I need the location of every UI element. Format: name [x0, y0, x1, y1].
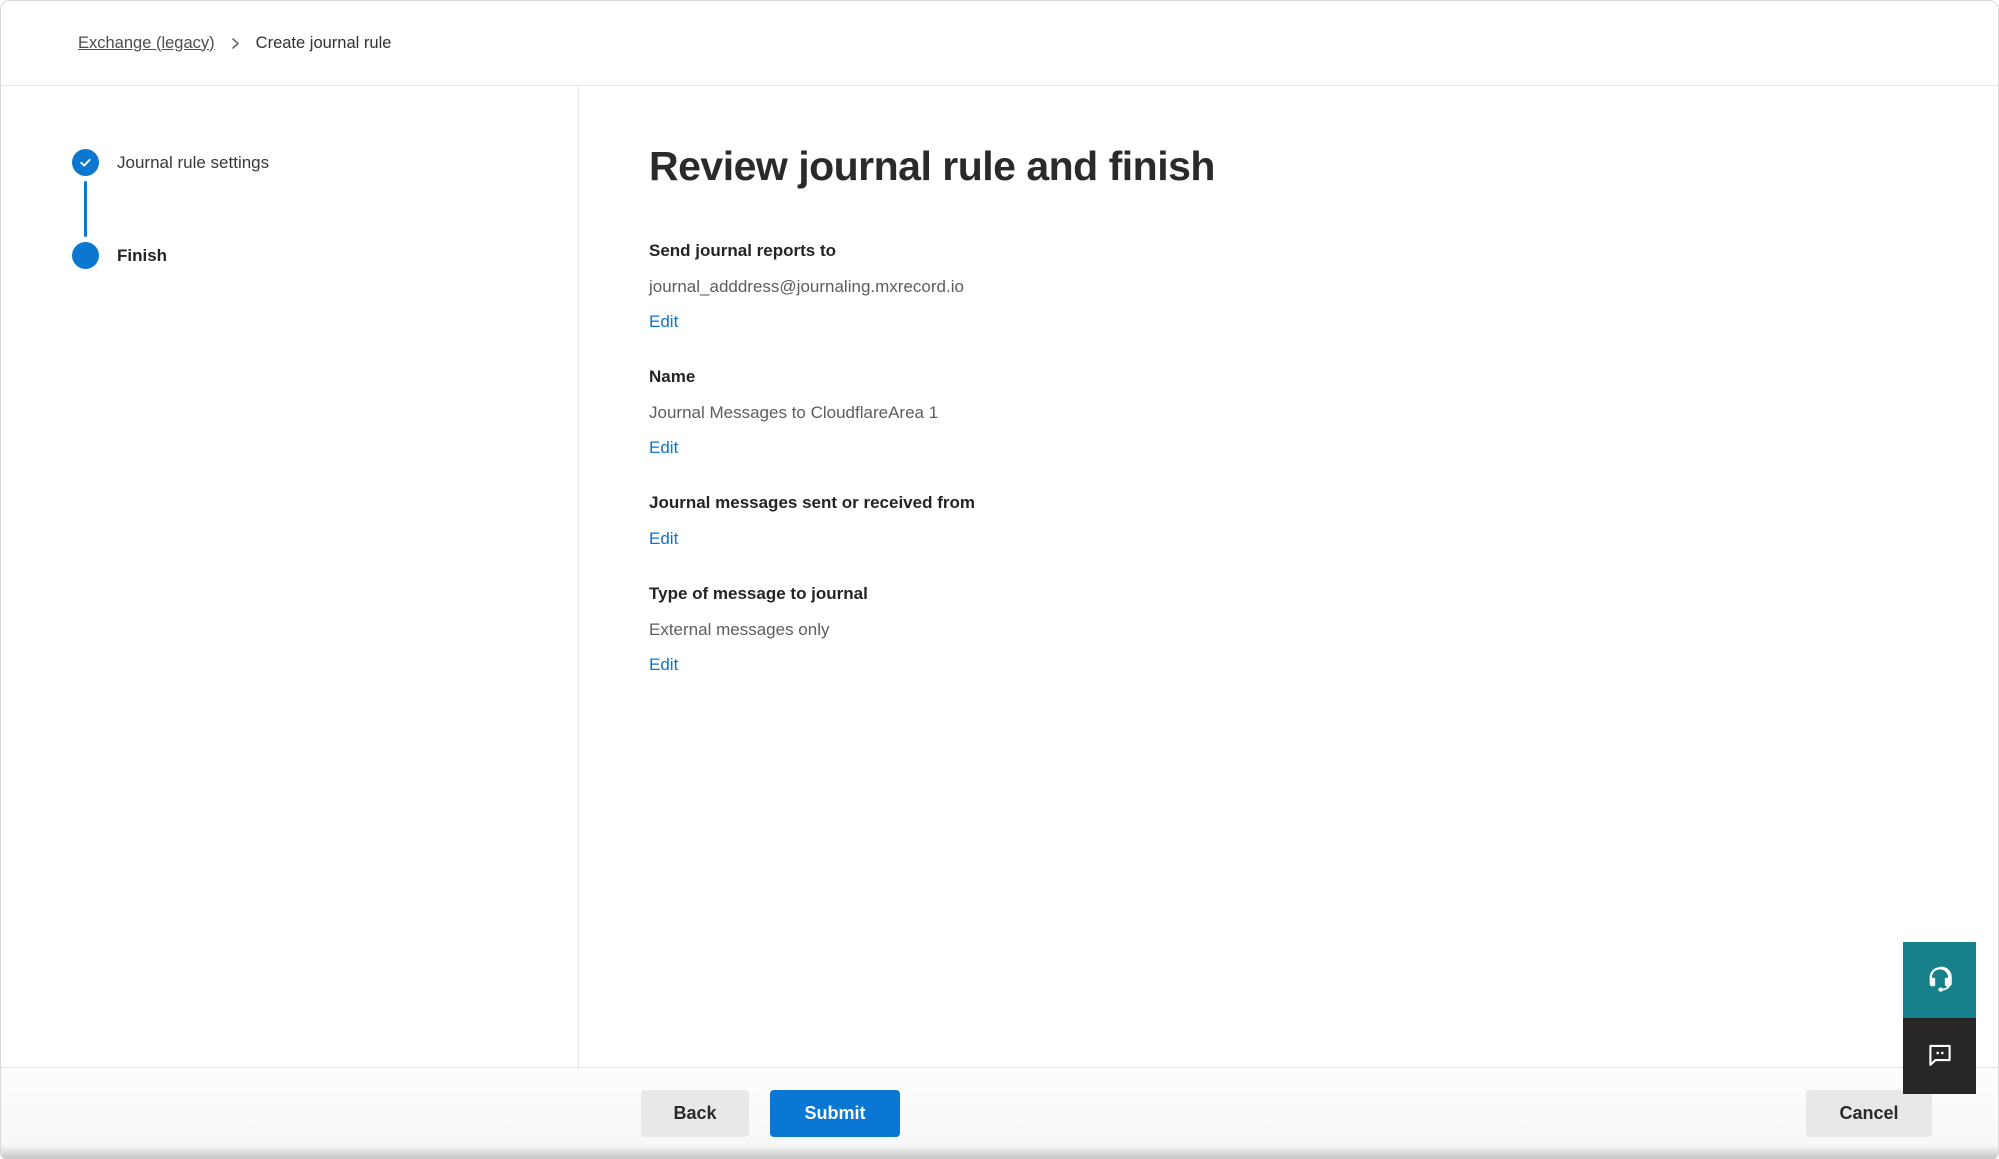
edit-link[interactable]: Edit	[649, 654, 678, 676]
chevron-right-icon	[229, 37, 242, 50]
feedback-button[interactable]	[1903, 1018, 1976, 1094]
cancel-button[interactable]: Cancel	[1806, 1090, 1932, 1137]
wizard-step-finish[interactable]: Finish	[72, 242, 578, 269]
step-current-dot-icon	[72, 242, 99, 269]
chat-icon	[1924, 1039, 1956, 1074]
footer-action-bar: Back Submit Cancel	[1, 1067, 1998, 1159]
step-label: Journal rule settings	[117, 153, 269, 173]
review-section-type-of-message-to-journal: Type of message to journal External mess…	[649, 583, 1998, 676]
back-button[interactable]: Back	[641, 1090, 749, 1137]
breadcrumb-link-exchange-legacy[interactable]: Exchange (legacy)	[78, 34, 215, 53]
page-body: Journal rule settings Finish Review jour…	[1, 86, 1998, 1068]
review-sections: Send journal reports to journal_adddress…	[649, 240, 1998, 676]
breadcrumb-current-page: Create journal rule	[256, 34, 392, 53]
wizard-steps-panel: Journal rule settings Finish	[1, 86, 579, 1068]
step-label: Finish	[117, 246, 167, 266]
page-title: Review journal rule and finish	[649, 142, 1998, 190]
wizard-step-journal-rule-settings[interactable]: Journal rule settings	[72, 149, 578, 176]
headset-icon	[1923, 962, 1957, 999]
section-label: Type of message to journal	[649, 583, 1998, 605]
review-section-name: Name Journal Messages to CloudflareArea …	[649, 366, 1998, 459]
section-value: journal_adddress@journaling.mxrecord.io	[649, 276, 1998, 298]
review-section-journal-messages-sent-or-received-from: Journal messages sent or received from E…	[649, 492, 1998, 550]
breadcrumb-bar: Exchange (legacy) Create journal rule	[1, 1, 1998, 86]
breadcrumb: Exchange (legacy) Create journal rule	[78, 34, 391, 53]
step-completed-check-icon	[72, 149, 99, 176]
edit-link[interactable]: Edit	[649, 528, 678, 550]
edit-link[interactable]: Edit	[649, 311, 678, 333]
section-value: Journal Messages to CloudflareArea 1	[649, 402, 1998, 424]
section-value: External messages only	[649, 619, 1998, 641]
section-label: Name	[649, 366, 1998, 388]
section-label: Send journal reports to	[649, 240, 1998, 262]
review-content: Review journal rule and finish Send jour…	[579, 86, 1998, 1068]
review-section-send-journal-reports-to: Send journal reports to journal_adddress…	[649, 240, 1998, 333]
help-button[interactable]	[1903, 942, 1976, 1018]
step-connector-line	[84, 181, 87, 237]
edit-link[interactable]: Edit	[649, 437, 678, 459]
exchange-admin-window: Exchange (legacy) Create journal rule Jo…	[0, 0, 1999, 1159]
section-label: Journal messages sent or received from	[649, 492, 1998, 514]
submit-button[interactable]: Submit	[770, 1090, 900, 1137]
